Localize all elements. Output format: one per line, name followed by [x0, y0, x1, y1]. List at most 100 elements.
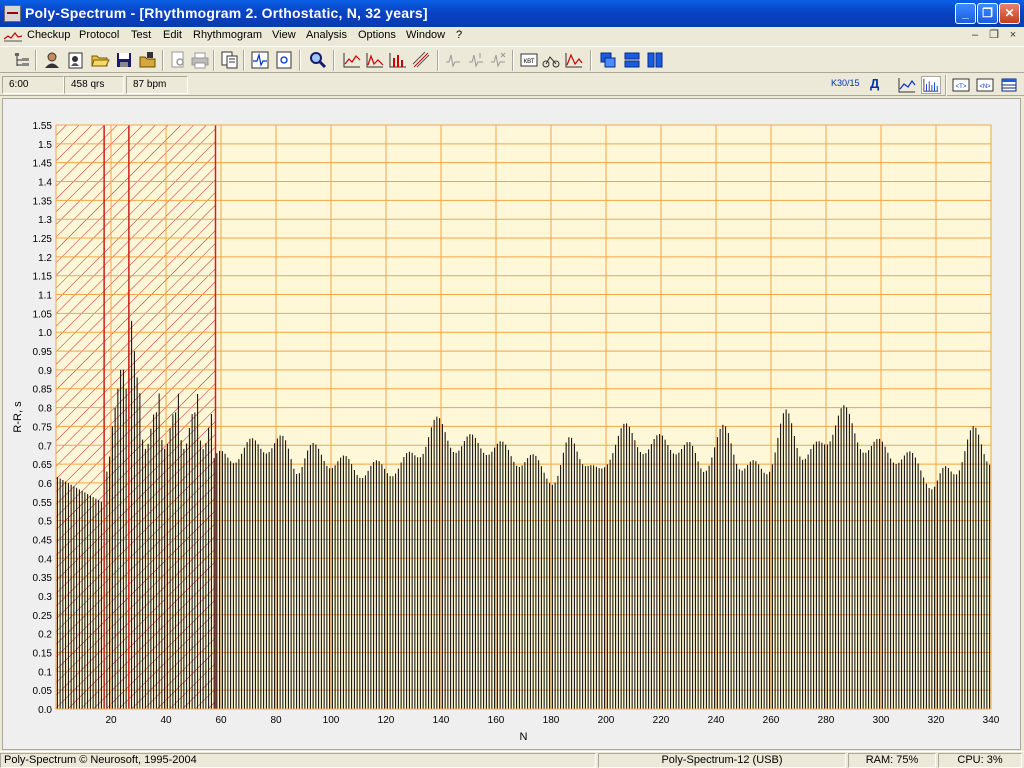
menu-analysis[interactable]: Analysis	[306, 29, 347, 41]
table-icon[interactable]	[999, 76, 1019, 94]
line-mode-icon[interactable]	[897, 76, 917, 94]
menu-rhythmogram[interactable]: Rhythmogram	[193, 29, 262, 41]
status-cpu: CPU: 3%	[938, 753, 1022, 768]
y-tick-label: 0.8	[38, 404, 52, 415]
y-tick-label: 0.15	[33, 648, 53, 659]
y-tick-label: 0.55	[33, 498, 53, 509]
x-tick-label: 220	[653, 715, 670, 726]
bike-icon[interactable]	[541, 50, 561, 70]
x-tick-label: 300	[873, 715, 890, 726]
x-axis-ticks: 20 40 60 80 100 120 140 160 180 200 220 240 260 280 30…	[105, 715, 999, 726]
y-tick-label: 1.25	[33, 234, 53, 245]
scatter-icon[interactable]	[411, 50, 431, 70]
toolbar: КВТ	[0, 46, 1024, 73]
tree-icon[interactable]	[12, 50, 32, 70]
open-folder-icon[interactable]	[90, 50, 110, 70]
bar-chart-icon[interactable]	[388, 50, 408, 70]
spectrum-icon[interactable]	[564, 50, 584, 70]
y-tick-label: 1.15	[33, 272, 53, 283]
app-window: Poly-Spectrum - [Rhythmogram 2. Orthosta…	[0, 0, 1024, 768]
ecg-view-icon[interactable]	[250, 50, 270, 70]
y-tick-label: 0.7	[38, 441, 52, 452]
y-tick-label: 1.4	[38, 178, 52, 189]
print-icon[interactable]	[190, 50, 210, 70]
excluded-region	[56, 125, 216, 709]
mdi-restore-button[interactable]: ❐	[987, 28, 1001, 42]
kbt-icon[interactable]: КВТ	[519, 50, 539, 70]
x-axis-label: N	[520, 731, 528, 743]
maximize-button[interactable]: ❐	[977, 3, 998, 24]
menu-options[interactable]: Options	[358, 29, 396, 41]
y-tick-label: 0.5	[38, 517, 52, 528]
menu-edit[interactable]: Edit	[163, 29, 182, 41]
x-tick-label: 340	[983, 715, 1000, 726]
y-tick-label: 0.65	[33, 460, 53, 471]
tile-horizontal-icon[interactable]	[622, 50, 642, 70]
x-tick-label: 40	[160, 715, 172, 726]
save-icon[interactable]	[114, 50, 134, 70]
y-tick-label: 0.95	[33, 347, 53, 358]
y-tick-label: 0.4	[38, 554, 52, 565]
toolbar-separator	[590, 50, 592, 71]
rhythmogram-chart[interactable]: 0.0 0.05 0.1 0.15 0.2 0.25 0.3 0.35 0.4 0.45 0.5 0.…	[2, 98, 1021, 750]
status-device: Poly-Spectrum-12 (USB)	[598, 753, 846, 768]
title-bar[interactable]: Poly-Spectrum - [Rhythmogram 2. Orthosta…	[0, 0, 1024, 27]
rhythmogram-plot[interactable]: 0.0 0.05 0.1 0.15 0.2 0.25 0.3 0.35 0.4 0.45 0.5 0.…	[3, 99, 1020, 749]
x-tick-label: 160	[488, 715, 505, 726]
document-icon[interactable]	[4, 30, 22, 42]
x-tick-label: 280	[818, 715, 835, 726]
close-button[interactable]: ✕	[999, 3, 1020, 24]
y-tick-label: 1.05	[33, 309, 53, 320]
status-copyright: Poly-Spectrum © Neurosoft, 1995-2004	[0, 753, 596, 768]
filter-label[interactable]: K30/15	[831, 78, 860, 88]
menu-bar: Checkup Protocol Test Edit Rhythmogram V…	[0, 27, 1024, 45]
cascade-icon[interactable]	[598, 50, 618, 70]
mdi-close-button[interactable]: ×	[1006, 28, 1020, 42]
x-tick-label: 20	[105, 715, 117, 726]
menu-window[interactable]: Window	[406, 29, 445, 41]
interval-t-icon[interactable]: <T>	[951, 76, 971, 94]
toolbar-separator	[437, 50, 439, 71]
x-tick-label: 240	[708, 715, 725, 726]
marker-delete-icon[interactable]	[488, 50, 508, 70]
y-tick-label: 0.45	[33, 535, 53, 546]
marker-edit-icon[interactable]	[466, 50, 486, 70]
zoom-icon[interactable]	[308, 50, 328, 70]
y-tick-label: 1.0	[38, 328, 52, 339]
minimize-button[interactable]: _	[955, 3, 976, 24]
new-patient-icon[interactable]	[66, 50, 86, 70]
export-icon[interactable]	[138, 50, 158, 70]
menu-help[interactable]: ?	[456, 29, 462, 41]
filter-letter[interactable]: Д	[870, 76, 879, 91]
tile-vertical-icon[interactable]	[645, 50, 665, 70]
bar-mode-icon[interactable]	[921, 76, 941, 94]
menu-test[interactable]: Test	[131, 29, 151, 41]
menu-view[interactable]: View	[272, 29, 296, 41]
svg-text:КВТ: КВТ	[524, 59, 535, 65]
x-tick-label: 140	[433, 715, 450, 726]
y-tick-label: 1.45	[33, 159, 53, 170]
toolbar-separator	[162, 50, 164, 71]
marker-icon[interactable]	[443, 50, 463, 70]
status-ram: RAM: 75%	[848, 753, 936, 768]
interval-n-icon[interactable]: <N>	[975, 76, 995, 94]
y-tick-label: 1.55	[33, 121, 53, 132]
x-tick-label: 180	[543, 715, 560, 726]
menu-checkup[interactable]: Checkup	[27, 29, 70, 41]
y-tick-label: 0.1	[38, 667, 52, 678]
x-tick-label: 200	[598, 715, 615, 726]
menu-protocol[interactable]: Protocol	[79, 29, 119, 41]
copy-report-icon[interactable]	[220, 50, 240, 70]
y-tick-label: 0.9	[38, 366, 52, 377]
qrs-count: 458 qrs	[64, 76, 124, 94]
histogram-icon[interactable]	[365, 50, 385, 70]
status-bar: Poly-Spectrum © Neurosoft, 1995-2004 Pol…	[0, 751, 1024, 768]
rhythmogram-icon[interactable]	[342, 50, 362, 70]
report-icon[interactable]	[274, 50, 294, 70]
mdi-minimize-button[interactable]: –	[968, 28, 982, 42]
patient-icon[interactable]	[42, 50, 62, 70]
print-preview-icon[interactable]	[168, 50, 188, 70]
app-icon[interactable]	[4, 5, 21, 22]
y-tick-label: 0.35	[33, 573, 53, 584]
toolbar-separator	[512, 50, 514, 71]
